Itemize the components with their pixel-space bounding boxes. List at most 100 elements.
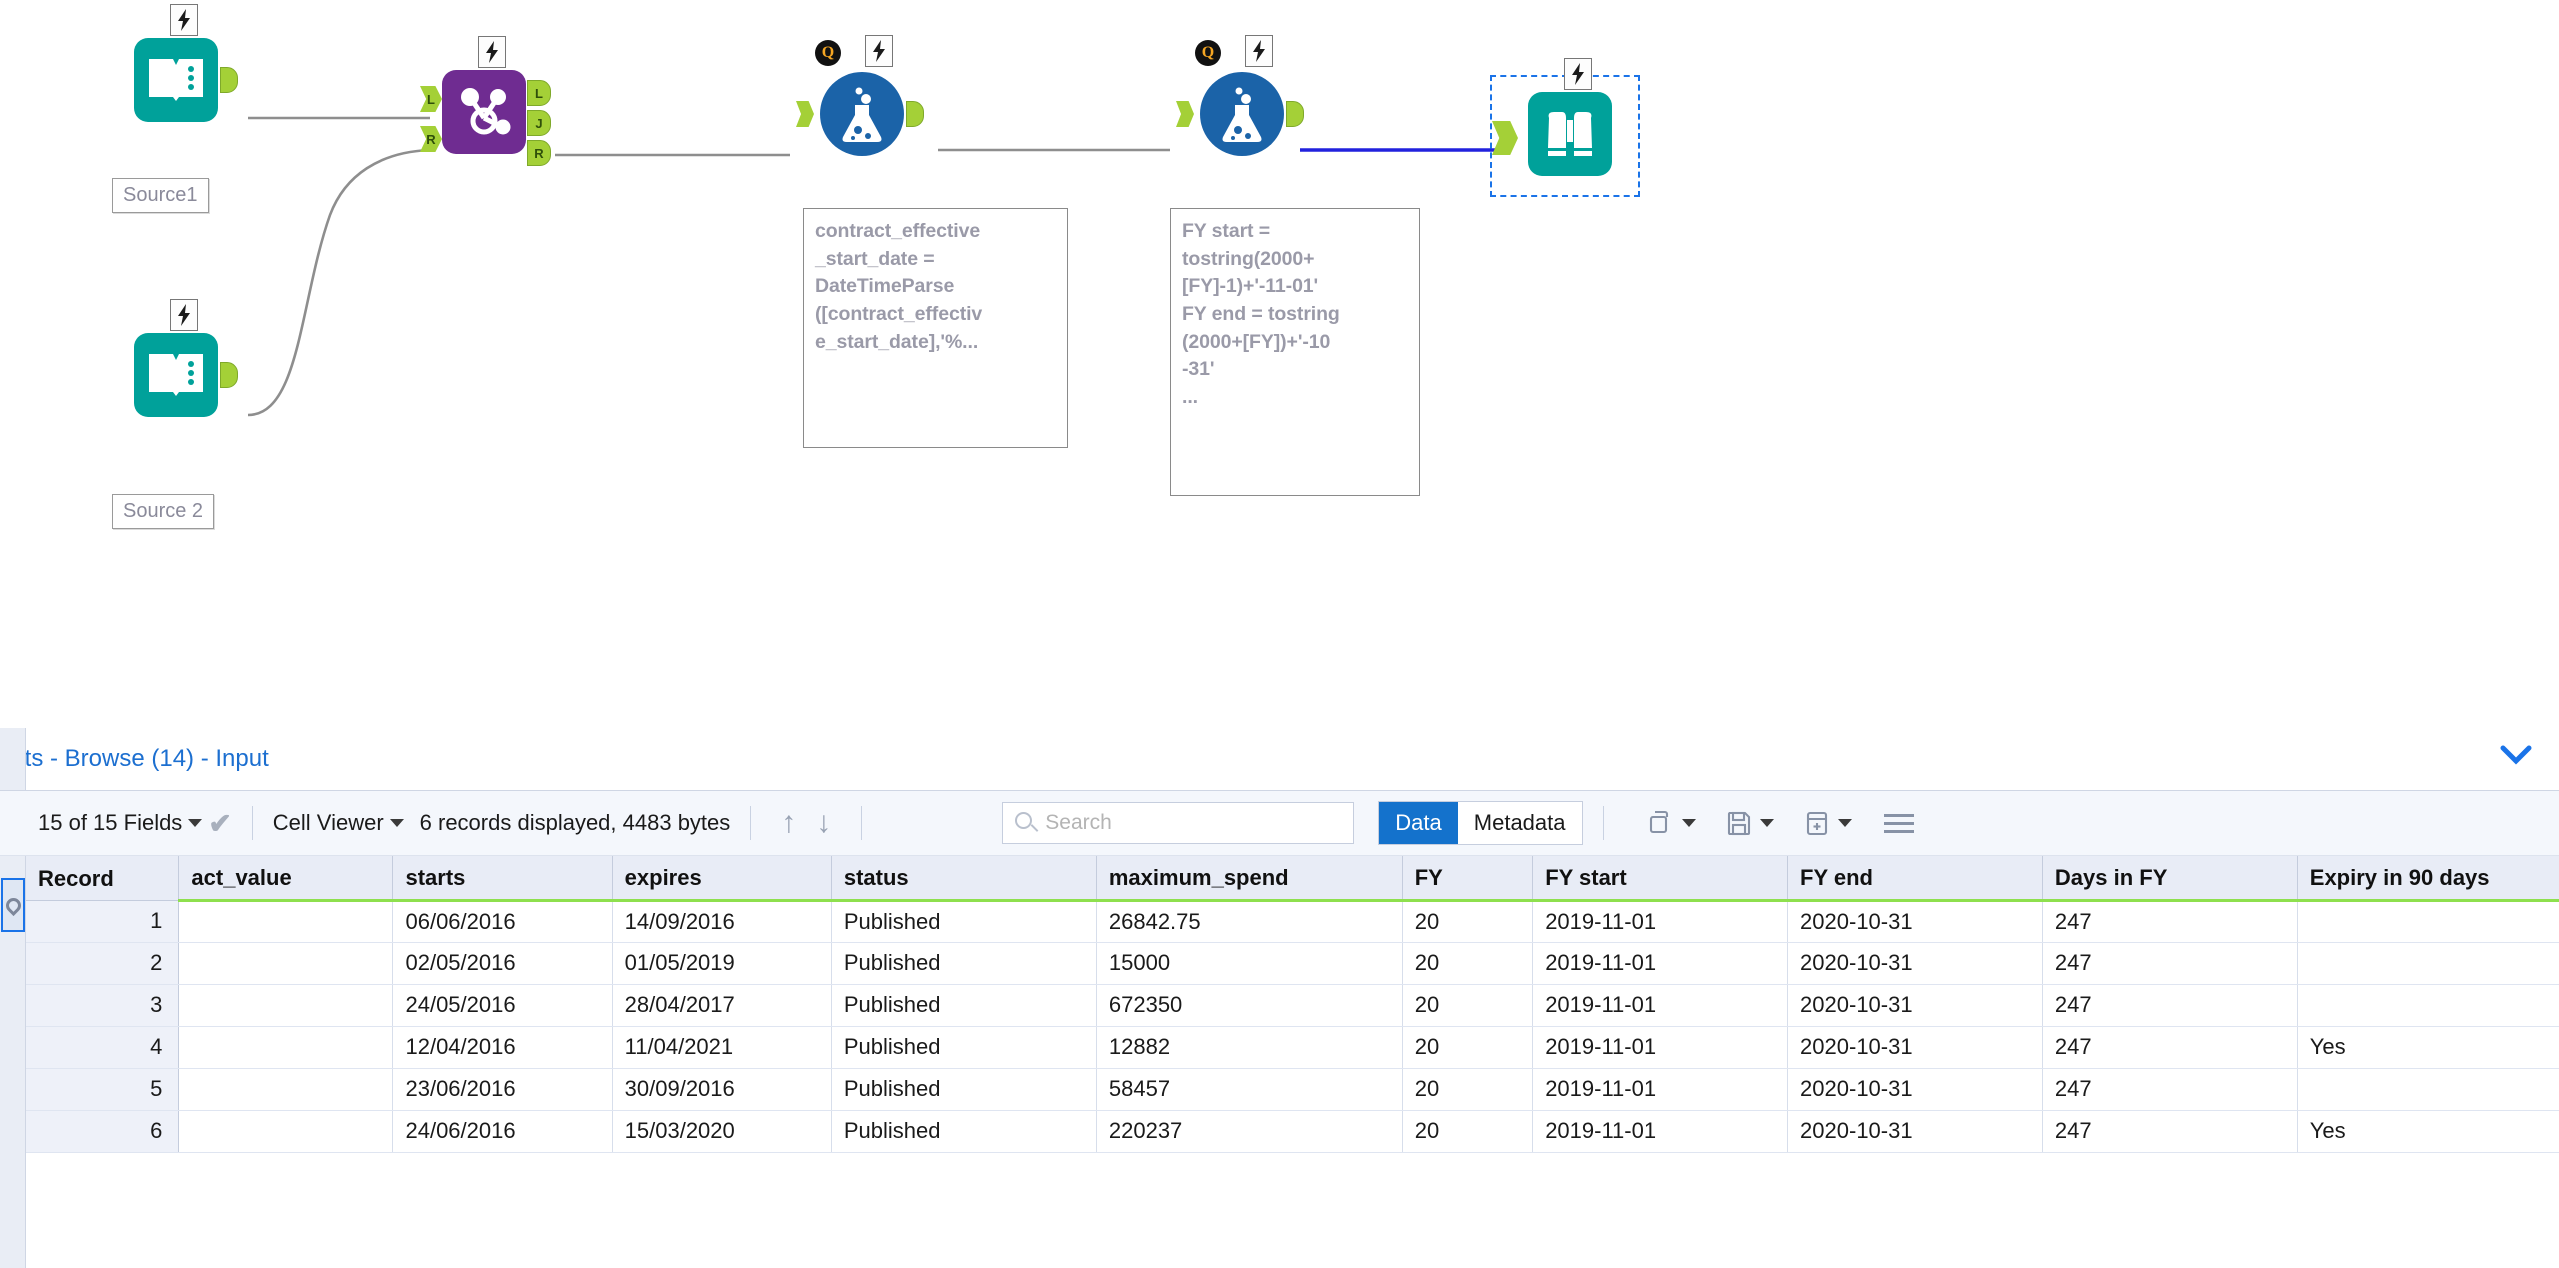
table-cell[interactable]: 20	[1402, 1110, 1534, 1153]
table-cell[interactable]: 3	[26, 984, 180, 1027]
table-cell[interactable]	[178, 1110, 394, 1153]
table-cell[interactable]	[178, 1026, 394, 1069]
table-cell[interactable]	[2297, 942, 2559, 985]
table-row[interactable]: 6 24/06/2016 15/03/2020 Published 220237 20 20…	[26, 1110, 2559, 1153]
tool-input-data-source2[interactable]	[134, 299, 238, 417]
chevron-down-icon[interactable]	[1837, 819, 1852, 827]
table-cell[interactable]: 12882	[1096, 1026, 1403, 1069]
output-anchor[interactable]	[906, 101, 924, 127]
chevron-down-icon[interactable]	[389, 819, 404, 827]
table-cell[interactable]: 2020-10-31	[1787, 942, 2043, 985]
table-cell[interactable]: 20	[1402, 984, 1534, 1027]
copy-button[interactable]	[1646, 808, 1702, 838]
table-cell[interactable]: 58457	[1096, 1068, 1403, 1111]
input-anchor[interactable]	[796, 101, 814, 127]
search-box[interactable]	[1002, 802, 1355, 844]
tool-browse[interactable]	[1492, 58, 1612, 176]
output-anchor-right[interactable]: R	[527, 140, 551, 166]
table-cell[interactable]	[178, 984, 394, 1027]
tool-join[interactable]: L R L J R	[420, 36, 551, 166]
rail-browse-tab[interactable]	[1, 878, 25, 932]
table-cell[interactable]: 2020-10-31	[1787, 1026, 2043, 1069]
table-cell[interactable]: 01/05/2019	[612, 942, 832, 985]
table-cell[interactable]: 1	[26, 900, 180, 943]
table-column-header[interactable]: expires	[612, 856, 832, 902]
table-cell[interactable]: 2020-10-31	[1787, 1068, 2043, 1111]
chevron-down-icon[interactable]	[1759, 819, 1774, 827]
menu-button[interactable]	[1883, 809, 1914, 838]
table-cell[interactable]: Published	[831, 984, 1097, 1027]
table-column-header[interactable]: Expiry in 90 days	[2297, 856, 2559, 902]
table-cell[interactable]	[178, 1068, 394, 1111]
table-cell[interactable]	[178, 942, 394, 985]
table-cell[interactable]: 2020-10-31	[1787, 984, 2043, 1027]
table-cell[interactable]: 20	[1402, 1026, 1534, 1069]
table-cell[interactable]: 247	[2042, 900, 2298, 943]
table-cell[interactable]	[2297, 1068, 2559, 1111]
output-anchor-join[interactable]: J	[527, 110, 551, 136]
table-cell[interactable]: 247	[2042, 984, 2298, 1027]
table-row[interactable]: 3 24/05/2016 28/04/2017 Published 672350 20 20…	[26, 984, 2559, 1027]
table-cell[interactable]: 24/05/2016	[392, 984, 613, 1027]
add-button[interactable]	[1802, 808, 1858, 838]
table-cell[interactable]: 2019-11-01	[1532, 984, 1789, 1027]
table-cell[interactable]: Published	[831, 942, 1097, 985]
tool-input-data-source1[interactable]	[134, 4, 238, 122]
data-metadata-toggle[interactable]: Data Metadata	[1378, 801, 1583, 845]
output-anchor[interactable]	[220, 67, 238, 93]
table-cell[interactable]: 30/09/2016	[612, 1068, 832, 1111]
table-row[interactable]: 2 02/05/2016 01/05/2019 Published 15000 20 201…	[26, 942, 2559, 985]
table-cell[interactable]: 28/04/2017	[612, 984, 832, 1027]
input-anchor-left[interactable]: L	[420, 86, 442, 112]
table-cell[interactable]: Published	[831, 900, 1097, 943]
input-anchor[interactable]	[1176, 101, 1194, 127]
scroll-down-icon[interactable]: ↓	[816, 808, 831, 838]
workflow-canvas[interactable]: Source1 Source 2 L R L J R Q contract_ef…	[0, 0, 2559, 728]
table-cell[interactable]: 247	[2042, 1068, 2298, 1111]
table-cell[interactable]: Published	[831, 1110, 1097, 1153]
table-column-header[interactable]: FY	[1402, 856, 1534, 902]
table-cell[interactable]: Yes	[2297, 1026, 2559, 1069]
chevron-down-icon[interactable]	[188, 819, 203, 827]
table-cell[interactable]: 247	[2042, 1026, 2298, 1069]
table-column-header[interactable]: maximum_spend	[1096, 856, 1403, 902]
table-cell[interactable]: 23/06/2016	[392, 1068, 613, 1111]
output-anchor[interactable]	[1286, 101, 1304, 127]
table-row[interactable]: 4 12/04/2016 11/04/2021 Published 12882 20 201…	[26, 1026, 2559, 1069]
tab-data[interactable]: Data	[1379, 802, 1458, 844]
table-cell[interactable]	[2297, 900, 2559, 943]
table-cell[interactable]: 2019-11-01	[1532, 1026, 1789, 1069]
table-cell[interactable]: 24/06/2016	[392, 1110, 613, 1153]
table-column-header[interactable]: Record	[26, 856, 180, 901]
table-cell[interactable]	[178, 900, 394, 943]
table-row[interactable]: 5 23/06/2016 30/09/2016 Published 58457 20 201…	[26, 1068, 2559, 1111]
table-cell[interactable]: 26842.75	[1096, 900, 1403, 943]
table-cell[interactable]: 15000	[1096, 942, 1403, 985]
table-cell[interactable]: 2	[26, 942, 180, 985]
table-row[interactable]: 1 06/06/2016 14/09/2016 Published 26842.75 20…	[26, 900, 2559, 943]
table-column-header[interactable]: act_value	[178, 856, 394, 902]
table-column-header[interactable]: FY end	[1787, 856, 2043, 902]
table-cell[interactable]: 247	[2042, 942, 2298, 985]
chevron-down-icon[interactable]	[1681, 819, 1696, 827]
table-cell[interactable]: 20	[1402, 900, 1534, 943]
output-anchor-left[interactable]: L	[527, 80, 551, 106]
table-cell[interactable]: 2020-10-31	[1787, 900, 2043, 943]
table-cell[interactable]: Published	[831, 1068, 1097, 1111]
table-cell[interactable]: 2019-11-01	[1532, 1110, 1789, 1153]
table-cell[interactable]: 2019-11-01	[1532, 900, 1789, 943]
tool-formula-2[interactable]: Q	[1176, 35, 1304, 156]
table-cell[interactable]: 20	[1402, 942, 1534, 985]
check-icon[interactable]: ✔	[208, 807, 231, 840]
tab-metadata[interactable]: Metadata	[1457, 802, 1582, 844]
scroll-up-icon[interactable]: ↑	[781, 808, 796, 838]
table-cell[interactable]: 220237	[1096, 1110, 1403, 1153]
output-anchor[interactable]	[220, 362, 238, 388]
fields-count-label[interactable]: 15 of 15 Fields	[38, 810, 182, 836]
table-column-header[interactable]: Days in FY	[2042, 856, 2298, 902]
table-cell[interactable]: 11/04/2021	[612, 1026, 832, 1069]
table-column-header[interactable]: starts	[392, 856, 613, 902]
table-cell[interactable]: 02/05/2016	[392, 942, 613, 985]
table-cell[interactable]: 5	[26, 1068, 180, 1111]
table-cell[interactable]: Published	[831, 1026, 1097, 1069]
